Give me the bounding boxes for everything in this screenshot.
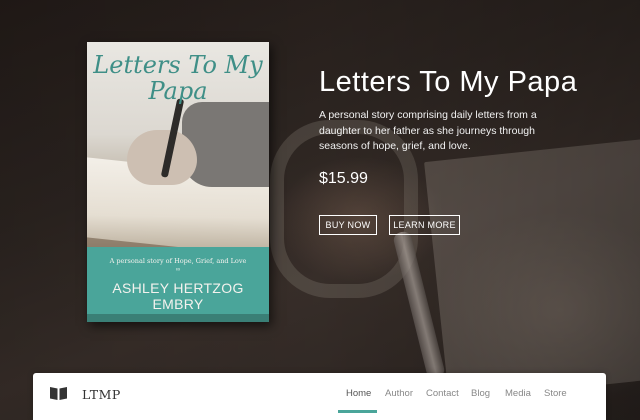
nav-item-store[interactable]: Store <box>544 388 567 399</box>
cover-title: Letters To My Papa <box>87 52 269 104</box>
brand-name[interactable]: LTMP <box>82 387 121 402</box>
cover-bottom-strip <box>87 314 269 322</box>
cover-divider: ∞ <box>175 267 181 273</box>
active-nav-indicator <box>338 410 377 413</box>
buy-now-button[interactable]: BUY NOW <box>319 215 377 235</box>
book-cover[interactable]: Letters To My Papa A personal story of H… <box>87 42 269 322</box>
book-description: A personal story comprising daily letter… <box>319 109 537 152</box>
page-title: Letters To My Papa <box>319 66 578 98</box>
price: $15.99 <box>319 170 368 187</box>
cover-author: ASHLEY HERTZOG EMBRY <box>112 280 244 312</box>
nav-item-media[interactable]: Media <box>505 388 531 399</box>
cover-subtitle: A personal story of Hope, Grief, and Lov… <box>109 257 247 265</box>
cover-sleeve <box>182 102 269 187</box>
page: Letters To My Papa A personal story of H… <box>0 0 640 420</box>
nav-item-contact[interactable]: Contact <box>426 388 459 399</box>
cover-title-line1: Letters To My <box>93 51 263 79</box>
open-book-icon[interactable] <box>50 386 67 400</box>
nav-item-author[interactable]: Author <box>385 388 413 399</box>
cover-title-line2: Papa <box>148 77 208 105</box>
nav-item-home[interactable]: Home <box>346 388 371 399</box>
navbar: LTMP Home Author Contact Blog Media Stor… <box>33 373 606 420</box>
learn-more-button[interactable]: LEARN MORE <box>389 215 460 235</box>
nav-item-blog[interactable]: Blog <box>471 388 490 399</box>
